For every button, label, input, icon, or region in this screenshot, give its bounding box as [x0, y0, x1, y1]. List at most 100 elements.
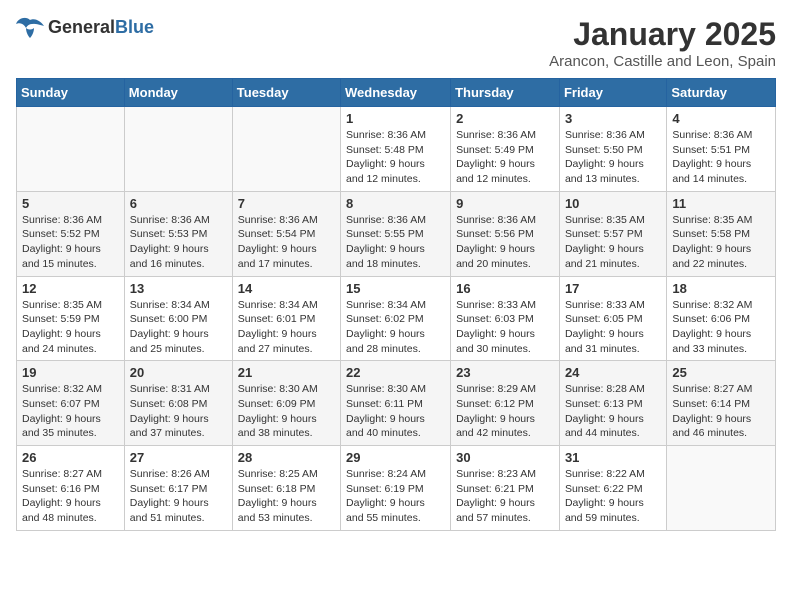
- logo-blue: Blue: [115, 17, 154, 37]
- calendar-cell: 4 Sunrise: 8:36 AMSunset: 5:51 PMDaylight…: [667, 107, 776, 192]
- day-number: 24: [565, 365, 661, 380]
- weekday-header-thursday: Thursday: [451, 79, 560, 107]
- calendar-cell: 12 Sunrise: 8:35 AMSunset: 5:59 PMDayligh…: [17, 276, 125, 361]
- day-number: 15: [346, 281, 445, 296]
- calendar-cell: 8Sunrise: 8:36 AMSunset: 5:55 PMDaylight…: [341, 191, 451, 276]
- calendar-cell: 11 Sunrise: 8:35 AMSunset: 5:58 PMDayligh…: [667, 191, 776, 276]
- calendar-cell: 25Sunrise: 8:27 AMSunset: 6:14 PMDayligh…: [667, 361, 776, 446]
- day-number: 14: [238, 281, 335, 296]
- day-number: 5: [22, 196, 119, 211]
- day-info: Sunrise: 8:36 AMSunset: 5:50 PMDaylight:…: [565, 128, 661, 187]
- day-number: 1: [346, 111, 445, 126]
- day-number: 31: [565, 450, 661, 465]
- logo-bird-icon: [16, 16, 44, 38]
- day-info: Sunrise: 8:36 AMSunset: 5:48 PMDaylight:…: [346, 128, 445, 187]
- day-number: 11: [672, 196, 770, 211]
- day-info: Sunrise: 8:25 AMSunset: 6:18 PMDaylight:…: [238, 467, 335, 526]
- calendar-cell: 24 Sunrise: 8:28 AMSunset: 6:13 PMDayligh…: [559, 361, 666, 446]
- day-info: Sunrise: 8:35 AMSunset: 5:59 PMDaylight:…: [22, 298, 119, 357]
- day-number: 28: [238, 450, 335, 465]
- calendar-cell: 16Sunrise: 8:33 AMSunset: 6:03 PMDayligh…: [451, 276, 560, 361]
- day-number: 7: [238, 196, 335, 211]
- day-number: 3: [565, 111, 661, 126]
- calendar-cell: 22 Sunrise: 8:30 AMSunset: 6:11 PMDayligh…: [341, 361, 451, 446]
- day-info: Sunrise: 8:36 AMSunset: 5:55 PMDaylight:…: [346, 213, 445, 272]
- calendar-cell: [124, 107, 232, 192]
- day-number: 25: [672, 365, 770, 380]
- calendar-week-row: 12 Sunrise: 8:35 AMSunset: 5:59 PMDayligh…: [17, 276, 776, 361]
- day-info: Sunrise: 8:30 AMSunset: 6:11 PMDaylight:…: [346, 382, 445, 441]
- weekday-header-friday: Friday: [559, 79, 666, 107]
- day-number: 30: [456, 450, 554, 465]
- day-number: 2: [456, 111, 554, 126]
- calendar-cell: 7 Sunrise: 8:36 AMSunset: 5:54 PMDaylight…: [232, 191, 340, 276]
- day-info: Sunrise: 8:34 AMSunset: 6:02 PMDaylight:…: [346, 298, 445, 357]
- title-block: January 2025 Arancon, Castille and Leon,…: [549, 16, 776, 70]
- day-number: 12: [22, 281, 119, 296]
- day-info: Sunrise: 8:36 AMSunset: 5:56 PMDaylight:…: [456, 213, 554, 272]
- calendar-week-row: 19 Sunrise: 8:32 AMSunset: 6:07 PMDayligh…: [17, 361, 776, 446]
- calendar-cell: 20 Sunrise: 8:31 AMSunset: 6:08 PMDayligh…: [124, 361, 232, 446]
- calendar-cell: 29 Sunrise: 8:24 AMSunset: 6:19 PMDayligh…: [341, 446, 451, 531]
- logo-general: General: [48, 17, 115, 37]
- logo-text: GeneralBlue: [48, 17, 154, 38]
- calendar-cell: 15 Sunrise: 8:34 AMSunset: 6:02 PMDayligh…: [341, 276, 451, 361]
- day-number: 16: [456, 281, 554, 296]
- calendar-week-row: 5Sunrise: 8:36 AMSunset: 5:52 PMDaylight…: [17, 191, 776, 276]
- weekday-header-tuesday: Tuesday: [232, 79, 340, 107]
- calendar-week-row: 1 Sunrise: 8:36 AMSunset: 5:48 PMDaylight…: [17, 107, 776, 192]
- day-info: Sunrise: 8:28 AMSunset: 6:13 PMDaylight:…: [565, 382, 661, 441]
- calendar-cell: 18Sunrise: 8:32 AMSunset: 6:06 PMDayligh…: [667, 276, 776, 361]
- calendar-cell: 13Sunrise: 8:34 AMSunset: 6:00 PMDayligh…: [124, 276, 232, 361]
- page-header: GeneralBlue January 2025 Arancon, Castil…: [16, 16, 776, 70]
- calendar-cell: 19 Sunrise: 8:32 AMSunset: 6:07 PMDayligh…: [17, 361, 125, 446]
- day-info: Sunrise: 8:23 AMSunset: 6:21 PMDaylight:…: [456, 467, 554, 526]
- calendar-cell: [17, 107, 125, 192]
- calendar-cell: 5Sunrise: 8:36 AMSunset: 5:52 PMDaylight…: [17, 191, 125, 276]
- day-number: 21: [238, 365, 335, 380]
- weekday-header-row: SundayMondayTuesdayWednesdayThursdayFrid…: [17, 79, 776, 107]
- month-year-title: January 2025: [549, 16, 776, 53]
- day-number: 18: [672, 281, 770, 296]
- day-info: Sunrise: 8:34 AMSunset: 6:00 PMDaylight:…: [130, 298, 227, 357]
- day-number: 23: [456, 365, 554, 380]
- calendar-cell: 6Sunrise: 8:36 AMSunset: 5:53 PMDaylight…: [124, 191, 232, 276]
- weekday-header-saturday: Saturday: [667, 79, 776, 107]
- calendar-cell: 17Sunrise: 8:33 AMSunset: 6:05 PMDayligh…: [559, 276, 666, 361]
- day-info: Sunrise: 8:29 AMSunset: 6:12 PMDaylight:…: [456, 382, 554, 441]
- day-number: 17: [565, 281, 661, 296]
- day-info: Sunrise: 8:35 AMSunset: 5:57 PMDaylight:…: [565, 213, 661, 272]
- day-info: Sunrise: 8:36 AMSunset: 5:54 PMDaylight:…: [238, 213, 335, 272]
- weekday-header-wednesday: Wednesday: [341, 79, 451, 107]
- calendar-cell: 21 Sunrise: 8:30 AMSunset: 6:09 PMDayligh…: [232, 361, 340, 446]
- day-info: Sunrise: 8:32 AMSunset: 6:07 PMDaylight:…: [22, 382, 119, 441]
- day-number: 19: [22, 365, 119, 380]
- calendar-cell: 10 Sunrise: 8:35 AMSunset: 5:57 PMDayligh…: [559, 191, 666, 276]
- day-number: 20: [130, 365, 227, 380]
- day-number: 10: [565, 196, 661, 211]
- day-number: 9: [456, 196, 554, 211]
- day-info: Sunrise: 8:36 AMSunset: 5:51 PMDaylight:…: [672, 128, 770, 187]
- calendar-cell: 26Sunrise: 8:27 AMSunset: 6:16 PMDayligh…: [17, 446, 125, 531]
- calendar-table: SundayMondayTuesdayWednesdayThursdayFrid…: [16, 78, 776, 531]
- calendar-cell: 9 Sunrise: 8:36 AMSunset: 5:56 PMDaylight…: [451, 191, 560, 276]
- calendar-cell: 14 Sunrise: 8:34 AMSunset: 6:01 PMDayligh…: [232, 276, 340, 361]
- day-number: 22: [346, 365, 445, 380]
- day-info: Sunrise: 8:31 AMSunset: 6:08 PMDaylight:…: [130, 382, 227, 441]
- day-number: 29: [346, 450, 445, 465]
- calendar-header: SundayMondayTuesdayWednesdayThursdayFrid…: [17, 79, 776, 107]
- day-info: Sunrise: 8:22 AMSunset: 6:22 PMDaylight:…: [565, 467, 661, 526]
- calendar-cell: 3 Sunrise: 8:36 AMSunset: 5:50 PMDaylight…: [559, 107, 666, 192]
- day-info: Sunrise: 8:36 AMSunset: 5:53 PMDaylight:…: [130, 213, 227, 272]
- day-number: 4: [672, 111, 770, 126]
- location-subtitle: Arancon, Castille and Leon, Spain: [549, 53, 776, 70]
- day-info: Sunrise: 8:34 AMSunset: 6:01 PMDaylight:…: [238, 298, 335, 357]
- calendar-cell: 30 Sunrise: 8:23 AMSunset: 6:21 PMDayligh…: [451, 446, 560, 531]
- day-info: Sunrise: 8:35 AMSunset: 5:58 PMDaylight:…: [672, 213, 770, 272]
- day-info: Sunrise: 8:30 AMSunset: 6:09 PMDaylight:…: [238, 382, 335, 441]
- calendar-cell: 28 Sunrise: 8:25 AMSunset: 6:18 PMDayligh…: [232, 446, 340, 531]
- calendar-week-row: 26Sunrise: 8:27 AMSunset: 6:16 PMDayligh…: [17, 446, 776, 531]
- day-info: Sunrise: 8:24 AMSunset: 6:19 PMDaylight:…: [346, 467, 445, 526]
- logo: GeneralBlue: [16, 16, 154, 38]
- calendar-body: 1 Sunrise: 8:36 AMSunset: 5:48 PMDaylight…: [17, 107, 776, 531]
